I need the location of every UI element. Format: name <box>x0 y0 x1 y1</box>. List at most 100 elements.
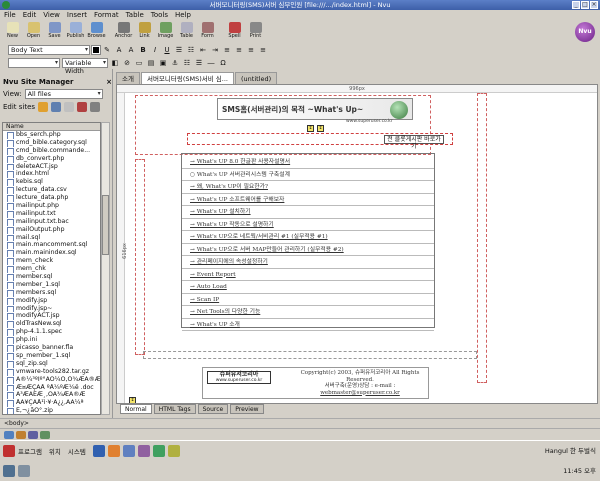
file-item[interactable]: oldTrasNew.sql <box>3 320 100 329</box>
file-item[interactable]: mailinput.php <box>3 202 100 210</box>
mail-launcher-icon[interactable] <box>122 445 135 457</box>
tag-icon[interactable]: ▭ <box>134 58 144 68</box>
align-right-icon[interactable]: ≡ <box>246 45 256 55</box>
file-item[interactable]: ÅÁ¥ÇÁÅ¹ì·¥·À¿¿,ÀÁ¼ª <box>3 399 100 408</box>
menu-link[interactable]: → Auto Load <box>182 281 434 294</box>
tab-html-tags[interactable]: HTML Tags <box>153 404 196 414</box>
dl-icon[interactable]: ☷ <box>182 58 192 68</box>
toolbar-new-button[interactable]: New <box>2 21 23 43</box>
file-item[interactable]: vmware-tools282.tar.gz <box>3 368 100 376</box>
file-item[interactable]: cmd_bible.commande... <box>3 147 100 155</box>
align-center-icon[interactable]: ≡ <box>234 45 244 55</box>
minimize-button[interactable]: _ <box>572 1 580 9</box>
goboard-link[interactable]: 전 클롯게시판 바로가기 <box>384 135 444 150</box>
file-item[interactable]: php.ini <box>3 336 100 345</box>
file-item[interactable]: deleteACT.jsp <box>3 163 100 171</box>
border-icon[interactable]: ▣ <box>158 58 168 68</box>
file-item[interactable]: modify.jsp <box>3 297 100 305</box>
menu-programs[interactable]: 프로그램 <box>18 446 42 456</box>
menu-table[interactable]: Table <box>126 10 144 21</box>
toolbar-form-button[interactable]: Form <box>197 21 218 43</box>
menu-format[interactable]: Format <box>94 10 119 21</box>
file-item[interactable]: Ã®¼³ºÎº°ÁÖ¼Ò,Ó¾ÆÁ®Æ.zip <box>3 376 100 384</box>
toolbar-open-button[interactable]: Open <box>23 21 44 43</box>
editor-icon[interactable] <box>28 430 38 439</box>
menu-file[interactable]: File <box>4 10 16 21</box>
tab-intro[interactable]: 소개 <box>116 72 140 84</box>
file-item[interactable]: Ê,¬¿ãÒ°.zip <box>3 407 100 414</box>
refresh-icon[interactable] <box>51 102 62 112</box>
class-select[interactable] <box>8 57 60 68</box>
terminal-icon[interactable] <box>92 445 105 457</box>
scrollbar-thumb[interactable] <box>102 195 109 255</box>
office-launcher-icon[interactable] <box>152 445 165 457</box>
start-icon[interactable] <box>3 445 15 457</box>
file-item[interactable]: cmd_bible.category.sql <box>3 139 100 147</box>
menu-tools[interactable]: Tools <box>151 10 168 21</box>
menu-link[interactable]: → Event Report <box>182 269 434 281</box>
file-item[interactable]: members.sql <box>3 289 100 297</box>
menu-link[interactable]: → What's UP으로 네트웍/서비관리 #1 (실무적용 #1) <box>182 231 434 244</box>
layer-icon[interactable]: ◧ <box>110 58 120 68</box>
list-prop-icon[interactable]: ☰ <box>194 58 204 68</box>
toolbar-image-button[interactable]: Image <box>155 21 176 43</box>
menu-system[interactable]: 시스템 <box>68 446 86 456</box>
close-button[interactable]: × <box>590 1 598 9</box>
menu-insert[interactable]: Insert <box>67 10 87 21</box>
chat-icon[interactable] <box>40 430 50 439</box>
align-left-icon[interactable]: ≡ <box>222 45 232 55</box>
file-item[interactable]: main.mainindex.sql <box>3 249 100 258</box>
tab-preview[interactable]: Preview <box>230 404 264 414</box>
toolbar-save-button[interactable]: Save <box>44 21 65 43</box>
hr-icon[interactable]: ― <box>206 58 216 68</box>
menu-link[interactable]: → 관리페이지에의 속성설정하기 <box>182 256 434 269</box>
file-item[interactable]: mailinput.txt.bac <box>3 218 100 226</box>
anchor-marker[interactable]: ↕ <box>317 125 324 132</box>
close-panel-icon[interactable]: × <box>106 77 112 88</box>
window-list-icon[interactable] <box>3 465 15 477</box>
file-item[interactable]: bbs_serch.php <box>3 131 100 139</box>
file-item[interactable]: member.sql <box>3 273 100 281</box>
toolbar-table-button[interactable]: Table <box>176 21 197 43</box>
tab-sms-server[interactable]: 서버모니터링(SMS)서비 심... <box>140 72 234 84</box>
file-item[interactable]: php-4.1.1.spec <box>3 328 100 337</box>
outdent-icon[interactable]: ⇤ <box>198 45 208 55</box>
file-item[interactable]: main.mancomment.sql <box>3 241 100 250</box>
workspace-icon[interactable] <box>18 465 30 477</box>
browser-icon[interactable] <box>16 430 26 439</box>
new-folder-icon[interactable] <box>38 102 49 112</box>
file-item[interactable]: db_convert.php <box>3 155 100 163</box>
file-item[interactable]: Æ¤ÆÇÀÅ ºÅ¼ºÆ¼ë .doc <box>3 384 100 392</box>
column-header-name[interactable]: Name <box>3 123 100 131</box>
file-item[interactable]: modifyACT.jsp <box>3 312 100 321</box>
file-item[interactable]: mem_chk <box>3 265 100 274</box>
highlight-icon[interactable]: ✎ <box>102 45 112 55</box>
font-larger-icon[interactable]: A <box>126 45 136 55</box>
tab-untitled[interactable]: (untitled) <box>235 72 278 84</box>
menu-help[interactable]: Help <box>175 10 191 21</box>
cell-icon[interactable]: ▤ <box>146 58 156 68</box>
view-filter-select[interactable]: All files <box>24 89 103 99</box>
menu-link[interactable]: → What's UP으로 서버 MAP만들어 관리하기 (실무적용 #2) <box>182 244 434 256</box>
file-item[interactable]: member_1.sql <box>3 281 100 289</box>
menu-link[interactable]: → What's UP 작동으로 설명하기 <box>182 219 434 231</box>
mail-icon[interactable] <box>4 430 14 439</box>
toolbar-browse-button[interactable]: Browse <box>86 21 107 43</box>
toolbar-publish-button[interactable]: Publish <box>65 21 86 43</box>
menu-view[interactable]: View <box>43 10 60 21</box>
stop-icon[interactable] <box>90 102 101 112</box>
anchor-marker[interactable]: ↕ <box>307 125 314 132</box>
tab-source[interactable]: Source <box>197 404 229 414</box>
menu-edit[interactable]: Edit <box>23 10 37 21</box>
indent-icon[interactable]: ⇥ <box>210 45 220 55</box>
toolbar-spell-button[interactable]: Spell <box>224 21 245 43</box>
page-banner[interactable]: SMS홈(서버관리)의 목적 ~What's Up~ www.superuser… <box>217 98 413 124</box>
file-item[interactable]: picasso_banner.fla <box>3 344 100 352</box>
file-item[interactable]: mem_check <box>3 257 100 266</box>
menu-link[interactable]: → 왜, What's UP이 필요한가? <box>182 181 434 194</box>
delete-icon[interactable] <box>77 102 88 112</box>
file-item[interactable]: Á³ÆÀÉÆ¸,ÓÀ¾ÆÁ®Æ <box>3 391 100 400</box>
toolbar-link-button[interactable]: Link <box>134 21 155 43</box>
menu-link[interactable]: → What's UP 소개 <box>182 319 434 331</box>
number-list-icon[interactable]: ☷ <box>186 45 196 55</box>
